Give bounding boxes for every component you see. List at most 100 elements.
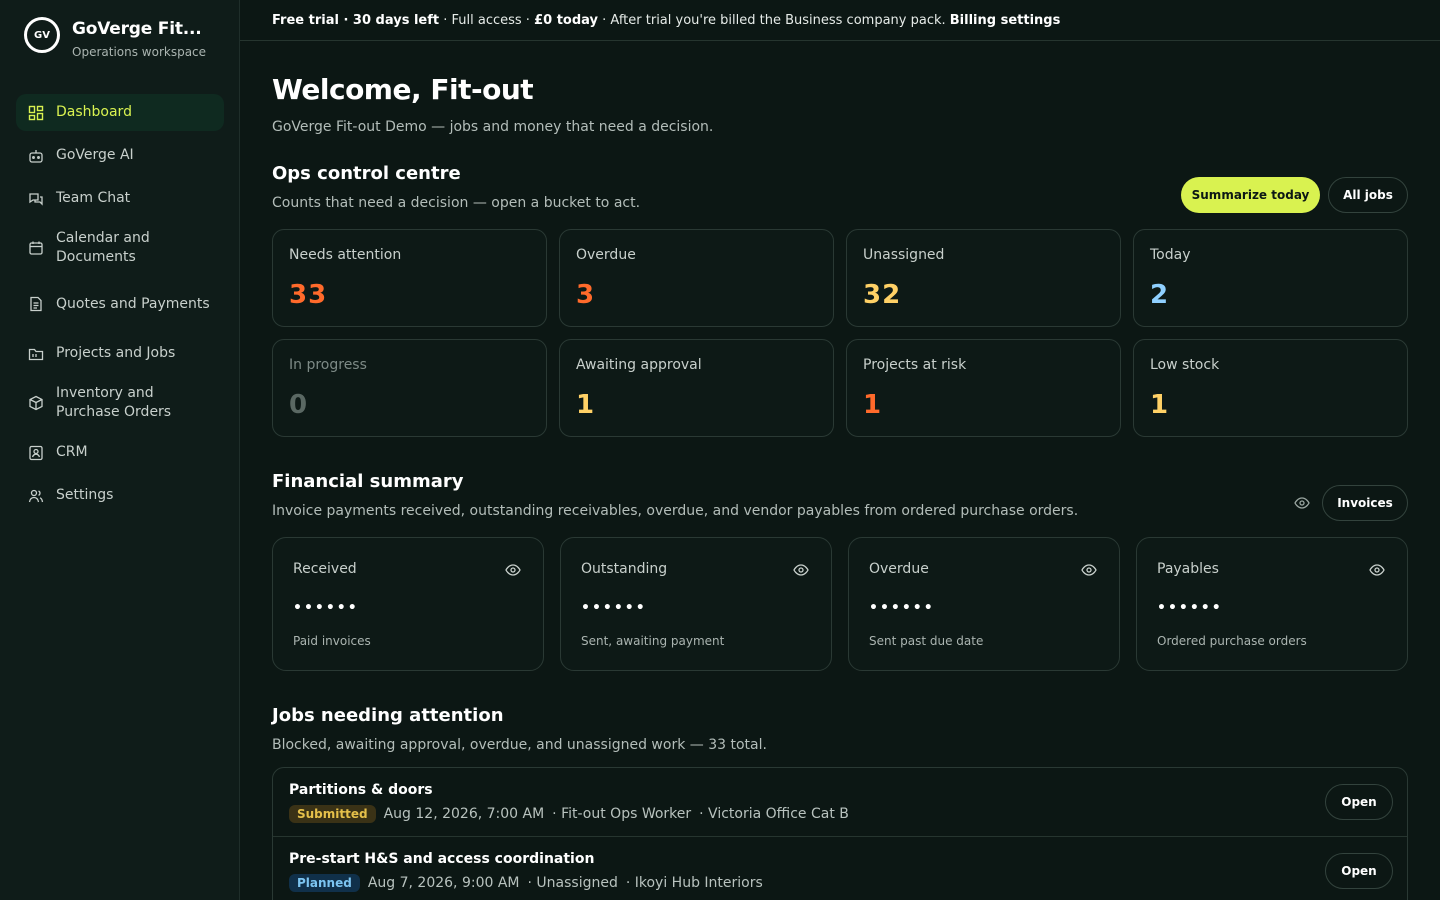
sidebar-nav: Dashboard GoVerge AI Team Chat Calendar … <box>16 94 224 520</box>
financial-section-subtitle: Invoice payments received, outstanding r… <box>272 503 1079 519</box>
fin-card-received[interactable]: Received •••••• Paid invoices <box>272 537 544 671</box>
stat-value: 2 <box>1150 280 1170 310</box>
fin-label: Payables <box>1157 561 1219 577</box>
stat-card-overdue[interactable]: Overdue 3 <box>559 229 834 327</box>
eye-icon[interactable] <box>793 562 809 578</box>
sidebar-item-goverge-ai[interactable]: GoVerge AI <box>16 137 224 174</box>
sidebar-item-label: GoVerge AI <box>56 147 134 163</box>
stat-label: Low stock <box>1150 357 1220 373</box>
stat-value: 3 <box>576 280 596 310</box>
ops-section-title: Ops control centre <box>272 163 461 184</box>
jobs-section-title: Jobs needing attention <box>272 705 504 726</box>
sidebar-item-calendar-documents[interactable]: Calendar and Documents <box>16 223 224 273</box>
brand[interactable]: GV GoVerge Fit... Operations workspace <box>24 17 206 59</box>
fin-note: Sent, awaiting payment <box>581 634 725 648</box>
calendar-icon <box>28 240 44 256</box>
stat-value: 32 <box>863 280 902 310</box>
sidebar-item-quotes-payments[interactable]: Quotes and Payments <box>16 279 224 329</box>
fin-card-payables[interactable]: Payables •••••• Ordered purchase orders <box>1136 537 1408 671</box>
eye-icon[interactable] <box>505 562 521 578</box>
sidebar-item-label: CRM <box>56 444 88 460</box>
job-client: · Ikoyi Hub Interiors <box>625 875 763 891</box>
chat-icon <box>28 191 44 207</box>
stat-card-low-stock[interactable]: Low stock 1 <box>1133 339 1408 437</box>
job-client: · Victoria Office Cat B <box>699 806 849 822</box>
sidebar-item-label: Projects and Jobs <box>56 345 176 361</box>
box-icon <box>28 395 44 411</box>
eye-icon[interactable] <box>1081 562 1097 578</box>
stat-card-unassigned[interactable]: Unassigned 32 <box>846 229 1121 327</box>
status-badge: Planned <box>289 874 360 892</box>
stat-label: Overdue <box>576 247 636 263</box>
fin-card-overdue[interactable]: Overdue •••••• Sent past due date <box>848 537 1120 671</box>
sidebar-item-label: Settings <box>56 487 114 503</box>
job-assignee: · Fit-out Ops Worker <box>552 806 692 822</box>
folder-icon <box>28 346 44 362</box>
sidebar: GV GoVerge Fit... Operations workspace D… <box>0 0 240 900</box>
stat-card-awaiting-approval[interactable]: Awaiting approval 1 <box>559 339 834 437</box>
eye-icon[interactable] <box>1369 562 1385 578</box>
fin-value-hidden: •••••• <box>1157 600 1223 616</box>
sidebar-item-label: Inventory and Purchase Orders <box>56 385 172 420</box>
job-date: Aug 12, 2026, 7:00 AM <box>383 806 545 822</box>
summarize-today-button[interactable]: Summarize today <box>1181 177 1320 213</box>
stat-label: Projects at risk <box>863 357 967 373</box>
sidebar-item-label: Dashboard <box>56 104 132 120</box>
job-title: Pre-start H&S and access coordination <box>289 851 595 867</box>
fin-label: Overdue <box>869 561 929 577</box>
job-meta: Planned Aug 7, 2026, 9:00 AM · Unassigne… <box>289 874 763 892</box>
trial-note: · After trial you're billed the Business… <box>598 12 950 28</box>
sidebar-item-inventory-purchase-orders[interactable]: Inventory and Purchase Orders <box>16 378 224 428</box>
eye-icon[interactable] <box>1294 495 1310 511</box>
stat-value: 0 <box>289 390 309 420</box>
financial-section-title: Financial summary <box>272 471 464 492</box>
billing-settings-link[interactable]: Billing settings <box>950 13 1061 28</box>
stat-card-in-progress[interactable]: In progress 0 <box>272 339 547 437</box>
stat-card-needs-attention[interactable]: Needs attention 33 <box>272 229 547 327</box>
stat-label: Needs attention <box>289 247 402 263</box>
jobs-section-subtitle: Blocked, awaiting approval, overdue, and… <box>272 737 767 753</box>
sidebar-item-crm[interactable]: CRM <box>16 434 224 471</box>
stat-label: Today <box>1150 247 1191 263</box>
fin-label: Received <box>293 561 357 577</box>
fin-card-outstanding[interactable]: Outstanding •••••• Sent, awaiting paymen… <box>560 537 832 671</box>
job-meta: Submitted Aug 12, 2026, 7:00 AM · Fit-ou… <box>289 805 849 823</box>
document-icon <box>28 296 44 312</box>
stat-card-today[interactable]: Today 2 <box>1133 229 1408 327</box>
fin-value-hidden: •••••• <box>293 600 359 616</box>
sidebar-item-settings[interactable]: Settings <box>16 477 224 514</box>
all-jobs-button[interactable]: All jobs <box>1328 177 1408 213</box>
stat-value: 33 <box>289 280 328 310</box>
grid-icon <box>28 105 44 121</box>
brand-logo: GV <box>24 17 60 53</box>
stat-value: 1 <box>1150 390 1170 420</box>
sidebar-item-team-chat[interactable]: Team Chat <box>16 180 224 217</box>
fin-note: Sent past due date <box>869 634 984 648</box>
open-job-button[interactable]: Open <box>1325 853 1393 889</box>
job-title: Partitions & doors <box>289 782 433 798</box>
stat-label: Awaiting approval <box>576 357 702 373</box>
workspace-subtitle: Operations workspace <box>72 45 207 59</box>
invoices-button[interactable]: Invoices <box>1322 485 1408 521</box>
fin-value-hidden: •••••• <box>581 600 647 616</box>
trial-access: · Full access · <box>439 12 535 28</box>
trial-banner: Free trial · 30 days left · Full access … <box>240 0 1440 41</box>
job-assignee: · Unassigned <box>527 875 618 891</box>
sidebar-item-label: Calendar and Documents <box>56 230 150 265</box>
open-job-button[interactable]: Open <box>1325 784 1393 820</box>
fin-label: Outstanding <box>581 561 668 577</box>
fin-note: Paid invoices <box>293 634 371 648</box>
sidebar-item-projects-jobs[interactable]: Projects and Jobs <box>16 335 224 372</box>
robot-icon <box>28 148 44 164</box>
fin-value-hidden: •••••• <box>869 600 935 616</box>
users-icon <box>28 488 44 504</box>
page-subtitle: GoVerge Fit-out Demo — jobs and money th… <box>272 119 714 135</box>
sidebar-item-dashboard[interactable]: Dashboard <box>16 94 224 131</box>
trial-status: Free trial · 30 days left <box>272 12 440 28</box>
fin-note: Ordered purchase orders <box>1157 634 1307 648</box>
list-item[interactable]: Pre-start H&S and access coordination Pl… <box>273 837 1407 900</box>
stat-card-projects-at-risk[interactable]: Projects at risk 1 <box>846 339 1121 437</box>
list-item[interactable]: Partitions & doors Submitted Aug 12, 202… <box>273 768 1407 837</box>
stat-label: In progress <box>289 357 367 373</box>
page-title: Welcome, Fit-out <box>272 73 534 106</box>
